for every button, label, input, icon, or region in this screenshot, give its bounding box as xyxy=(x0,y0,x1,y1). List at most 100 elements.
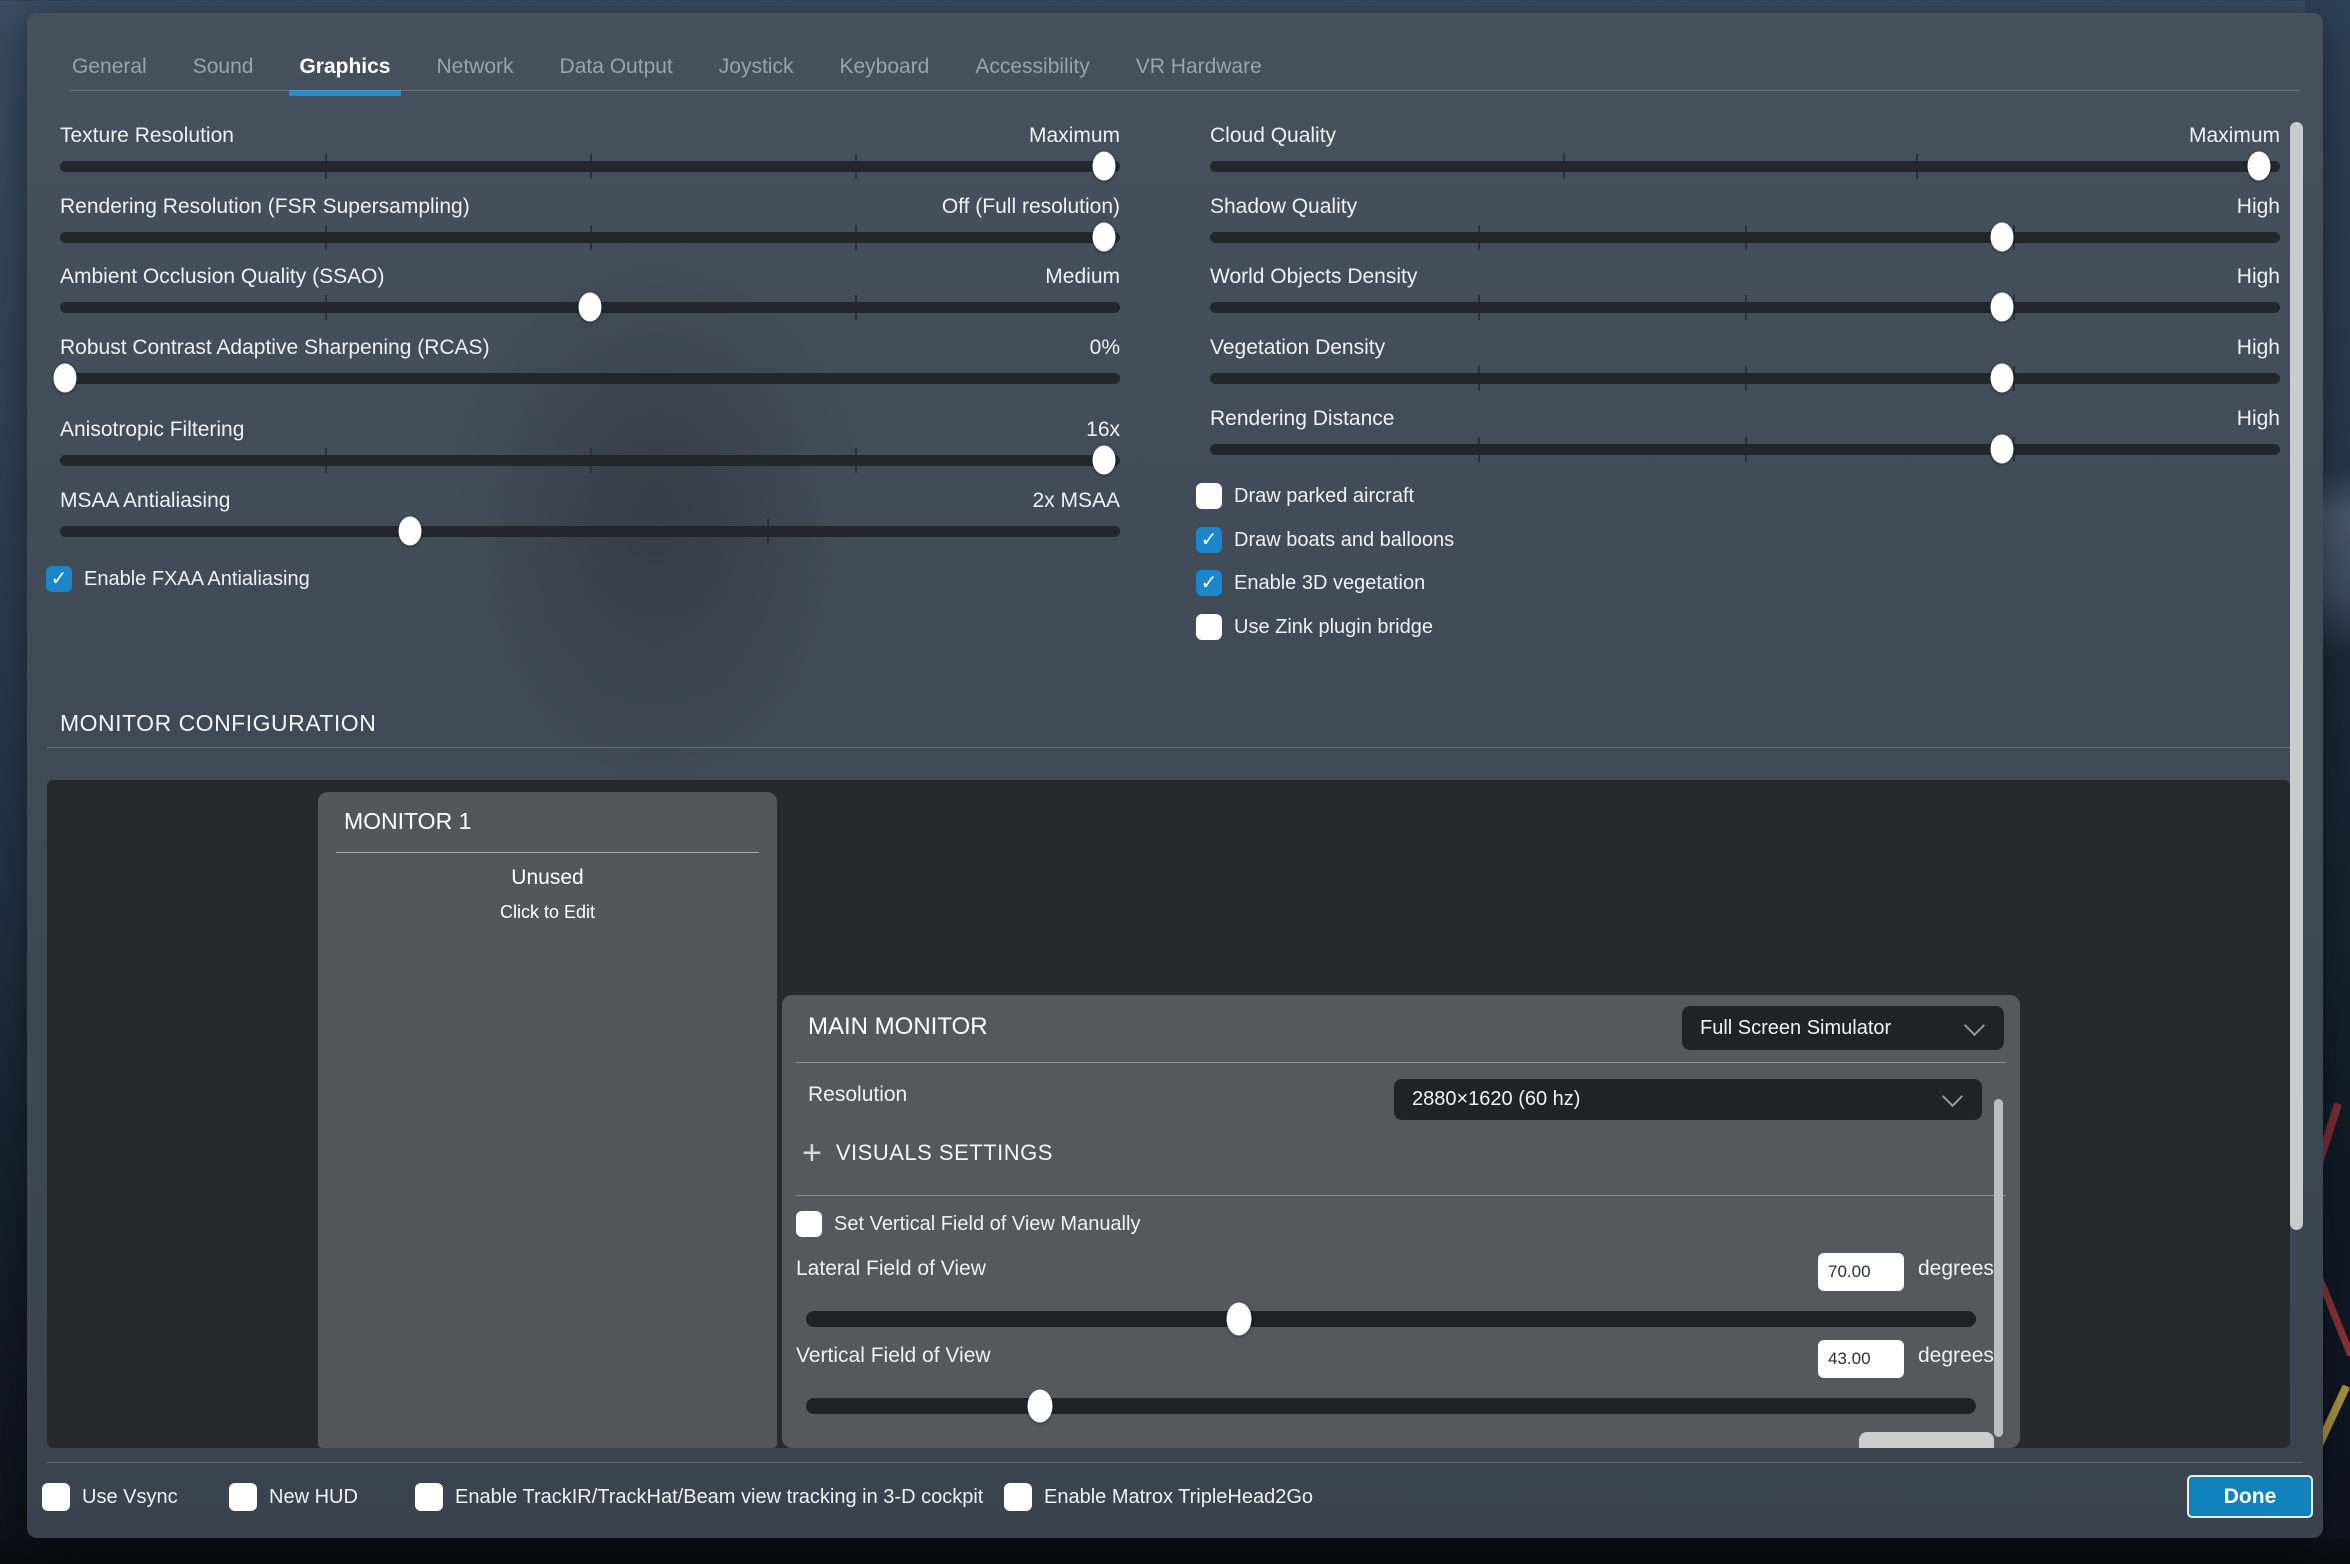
checkbox-use-vsync[interactable]: Use Vsync xyxy=(42,1483,178,1511)
slider-thumb[interactable] xyxy=(1226,1303,1251,1336)
slider-track[interactable] xyxy=(1210,232,2280,243)
slider-label: Shadow Quality xyxy=(1210,195,1357,219)
checkbox-box[interactable] xyxy=(229,1483,257,1511)
slider-thumb[interactable] xyxy=(2247,152,2270,181)
slider[interactable] xyxy=(1210,154,2280,180)
slider-track[interactable] xyxy=(806,1311,1976,1327)
visuals-settings-header[interactable]: + VISUALS SETTINGS xyxy=(802,1139,1053,1167)
slider-shadow-quality: Shadow Quality High xyxy=(1210,195,2280,259)
slider-thumb[interactable] xyxy=(1093,223,1116,252)
slider-track[interactable] xyxy=(1210,302,2280,313)
slider-anisotropic-filtering: Anisotropic Filtering 16x xyxy=(60,418,1120,482)
tab-general[interactable]: General xyxy=(70,55,149,79)
slider-rendering-distance: Rendering Distance High xyxy=(1210,407,2280,471)
slider-texture-resolution: Texture Resolution Maximum xyxy=(60,124,1120,188)
resolution-value: 2880×1620 (60 hz) xyxy=(1394,1088,1945,1111)
checkbox-label: Enable FXAA Antialiasing xyxy=(84,568,310,591)
slider[interactable] xyxy=(60,448,1120,474)
checkbox-box[interactable] xyxy=(415,1483,443,1511)
checkbox-box[interactable] xyxy=(42,1483,70,1511)
checkbox-box[interactable] xyxy=(1196,570,1222,596)
settings-scrollbar[interactable] xyxy=(2290,122,2303,1230)
checkbox-draw-boats-and-balloons[interactable]: Draw boats and balloons xyxy=(1196,527,1454,553)
slider-thumb[interactable] xyxy=(1990,293,2013,322)
slider-rendering-resolution-fsr-supersampling: Rendering Resolution (FSR Supersampling)… xyxy=(60,195,1120,259)
monitor-mode-value: Full Screen Simulator xyxy=(1682,1017,1967,1040)
slider-label: Rendering Resolution (FSR Supersampling) xyxy=(60,195,470,219)
checkbox-draw-parked-aircraft[interactable]: Draw parked aircraft xyxy=(1196,483,1414,509)
checkbox-enable-fxaa-antialiasing[interactable]: Enable FXAA Antialiasing xyxy=(46,566,310,592)
slider-track[interactable] xyxy=(1210,444,2280,455)
tab-joystick[interactable]: Joystick xyxy=(717,55,796,79)
slider-label: Robust Contrast Adaptive Sharpening (RCA… xyxy=(60,336,490,360)
slider[interactable] xyxy=(1210,225,2280,251)
main-monitor-divider xyxy=(796,1062,2006,1063)
slider-track[interactable] xyxy=(1210,373,2280,384)
checkbox-enable-trackir-trackhat-beam-view-tracking-in-3-d-cockpit[interactable]: Enable TrackIR/TrackHat/Beam view tracki… xyxy=(415,1483,983,1511)
monitor-mode-select[interactable]: Full Screen Simulator xyxy=(1682,1006,2004,1050)
tab-accessibility[interactable]: Accessibility xyxy=(973,55,1091,79)
tab-network[interactable]: Network xyxy=(435,55,516,79)
monitor-1-title: MONITOR 1 xyxy=(344,808,471,835)
slider-thumb[interactable] xyxy=(54,364,77,393)
slider[interactable] xyxy=(60,154,1120,180)
slider-track[interactable] xyxy=(60,232,1120,243)
slider-thumb[interactable] xyxy=(1093,446,1116,475)
checkbox-enable-3d-vegetation[interactable]: Enable 3D vegetation xyxy=(1196,570,1425,596)
tab-keyboard[interactable]: Keyboard xyxy=(837,55,931,79)
checkbox-box[interactable] xyxy=(796,1211,822,1237)
slider[interactable] xyxy=(1210,437,2280,463)
slider-thumb[interactable] xyxy=(1990,364,2013,393)
lateral-fov-input[interactable] xyxy=(1818,1253,1904,1291)
partially-visible-button[interactable] xyxy=(1859,1432,1994,1448)
slider-track[interactable] xyxy=(60,161,1120,172)
slider[interactable] xyxy=(1210,366,2280,392)
slider-value: 16x xyxy=(1086,418,1120,442)
resolution-select[interactable]: 2880×1620 (60 hz) xyxy=(1394,1079,1982,1120)
main-monitor-scrollbar[interactable] xyxy=(1994,1099,2003,1437)
checkbox-box[interactable] xyxy=(46,566,72,592)
checkbox-use-zink-plugin-bridge[interactable]: Use Zink plugin bridge xyxy=(1196,614,1433,640)
slider-value: Off (Full resolution) xyxy=(942,195,1120,219)
slider[interactable] xyxy=(60,225,1120,251)
tab-graphics[interactable]: Graphics xyxy=(297,55,392,79)
slider[interactable] xyxy=(60,366,1120,392)
checkbox-box[interactable] xyxy=(1196,527,1222,553)
slider-track[interactable] xyxy=(60,455,1120,466)
slider-track[interactable] xyxy=(1210,161,2280,172)
slider[interactable] xyxy=(60,295,1120,321)
monitor-configuration-panel: MONITOR 1 Unused Click to Edit MAIN MONI… xyxy=(47,780,2290,1448)
slider-thumb[interactable] xyxy=(1990,435,2013,464)
slider-thumb[interactable] xyxy=(1028,1390,1053,1423)
slider-thumb[interactable] xyxy=(398,517,421,546)
vertical-fov-slider[interactable] xyxy=(806,1389,1976,1423)
lateral-fov-slider[interactable] xyxy=(806,1302,1976,1336)
checkbox-enable-matrox-triplehead2go[interactable]: Enable Matrox TripleHead2Go xyxy=(1004,1483,1313,1511)
slider[interactable] xyxy=(60,519,1120,545)
slider-thumb[interactable] xyxy=(579,293,602,322)
bottom-bar-separator xyxy=(47,1462,2303,1463)
slider-track[interactable] xyxy=(806,1398,1976,1414)
slider-track[interactable] xyxy=(60,373,1120,384)
checkbox-new-hud[interactable]: New HUD xyxy=(229,1483,358,1511)
checkbox-label: Use Vsync xyxy=(82,1486,178,1509)
tab-sound[interactable]: Sound xyxy=(191,55,256,79)
slider-track[interactable] xyxy=(60,526,1120,537)
tab-data-output[interactable]: Data Output xyxy=(558,55,675,79)
slider-vegetation-density: Vegetation Density High xyxy=(1210,336,2280,400)
monitor-1-divider xyxy=(336,852,759,853)
slider-thumb[interactable] xyxy=(1990,223,2013,252)
vertical-fov-input[interactable] xyxy=(1818,1340,1904,1378)
checkbox-box[interactable] xyxy=(1196,614,1222,640)
monitor-1-card[interactable]: MONITOR 1 Unused Click to Edit xyxy=(318,792,777,1448)
checkbox-set-vertical-fov-manually[interactable]: Set Vertical Field of View Manually xyxy=(796,1211,1140,1237)
slider[interactable] xyxy=(1210,295,2280,321)
checkbox-box[interactable] xyxy=(1196,483,1222,509)
slider-value: High xyxy=(2237,407,2280,431)
tab-vr-hardware[interactable]: VR Hardware xyxy=(1134,55,1264,79)
checkbox-label: Set Vertical Field of View Manually xyxy=(834,1213,1140,1236)
slider-thumb[interactable] xyxy=(1093,152,1116,181)
checkbox-box[interactable] xyxy=(1004,1483,1032,1511)
slider-label: World Objects Density xyxy=(1210,265,1417,289)
done-button[interactable]: Done xyxy=(2187,1475,2313,1518)
